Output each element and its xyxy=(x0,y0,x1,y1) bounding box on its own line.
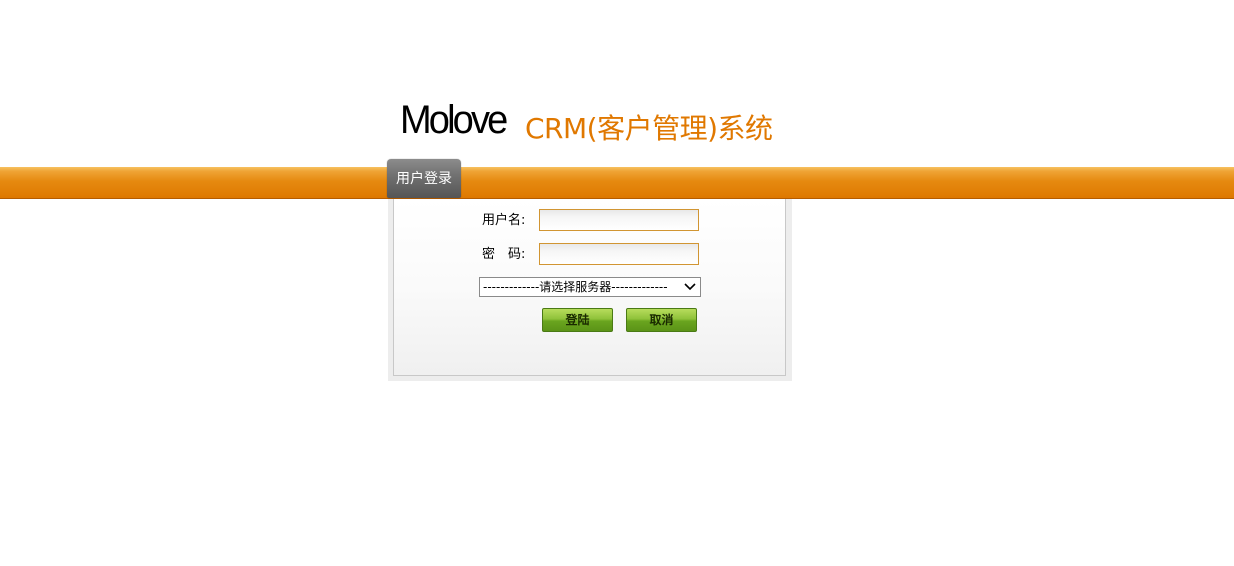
username-label: 用户名: xyxy=(482,213,526,228)
server-select[interactable]: -------------请选择服务器------------- xyxy=(479,277,701,297)
app-title: CRM(客户管理)系统 xyxy=(525,112,773,145)
password-label: 密 码: xyxy=(482,247,526,262)
molove-logo: Molove xyxy=(400,98,508,142)
tab-user-login[interactable]: 用户登录 xyxy=(387,159,461,198)
username-input[interactable] xyxy=(539,209,699,231)
login-button[interactable]: 登陆 xyxy=(542,308,613,332)
password-input[interactable] xyxy=(539,243,699,265)
header-band xyxy=(0,167,1234,199)
chevron-down-icon xyxy=(684,283,696,291)
cancel-button[interactable]: 取消 xyxy=(626,308,697,332)
server-select-value: -------------请选择服务器------------- xyxy=(483,280,668,294)
